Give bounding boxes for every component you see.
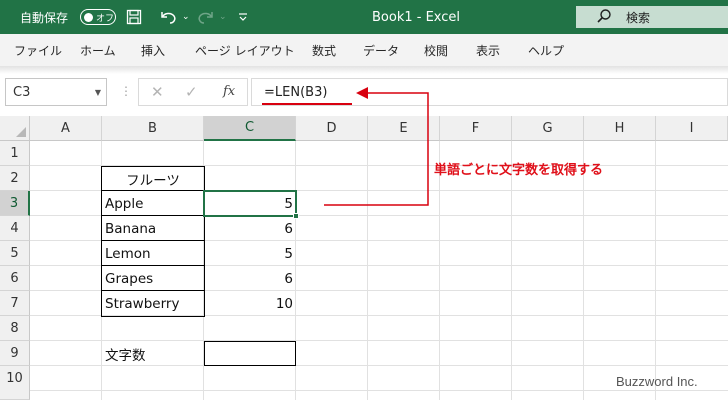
insert-function-icon[interactable]: fx — [223, 84, 235, 99]
cell-b4[interactable]: Banana — [102, 216, 204, 241]
cell-b9[interactable]: 文字数 — [102, 341, 204, 366]
row-header-10[interactable]: 10 — [0, 366, 30, 400]
annotation-text: 単語ごとに文字数を取得する — [434, 163, 604, 178]
row-header-6[interactable]: 6 — [0, 266, 30, 291]
tab-data[interactable]: データ — [363, 34, 399, 66]
tab-insert[interactable]: 挿入 — [141, 34, 165, 66]
cell-c5[interactable]: 5 — [204, 241, 296, 266]
tab-help[interactable]: ヘルプ — [528, 34, 564, 66]
document-title: Book1 - Excel — [372, 9, 461, 25]
undo-icon[interactable] — [158, 0, 178, 34]
formula-bar: C3 ▼ ⋮ ✕ ✓ fx =LEN(B3) — [0, 74, 728, 110]
row-header-1[interactable]: 1 — [0, 141, 30, 166]
search-placeholder: 検索 — [626, 10, 651, 25]
watermark: Buzzword Inc. — [616, 374, 698, 389]
ribbon-shadow — [0, 66, 728, 74]
gridline — [30, 390, 728, 391]
cell-c7[interactable]: 10 — [204, 291, 296, 316]
gridline — [583, 141, 584, 400]
search-box[interactable]: 検索 — [576, 6, 728, 28]
column-header-a[interactable]: A — [30, 116, 102, 141]
cell-c4[interactable]: 6 — [204, 216, 296, 241]
spreadsheet-grid: A B C D E F G H I 1 2 3 4 5 6 7 8 9 10 フ… — [0, 116, 728, 400]
row-header-8[interactable]: 8 — [0, 316, 30, 341]
tab-formulas[interactable]: 数式 — [312, 34, 336, 66]
cell-c9[interactable] — [204, 341, 296, 366]
enter-icon[interactable]: ✓ — [185, 83, 198, 101]
formula-buttons: ✕ ✓ fx — [138, 78, 248, 106]
column-header-f[interactable]: F — [440, 116, 512, 141]
tab-view[interactable]: 表示 — [476, 34, 500, 66]
redo-dropdown-icon: ⌄ — [219, 12, 227, 22]
row-header-4[interactable]: 4 — [0, 216, 30, 241]
formula-bar-grip-icon[interactable]: ⋮ — [120, 84, 132, 98]
cell-c6[interactable]: 6 — [204, 266, 296, 291]
chevron-down-icon[interactable]: ▼ — [95, 88, 101, 97]
cell-b2[interactable]: フルーツ — [102, 166, 204, 191]
column-header-i[interactable]: I — [656, 116, 728, 141]
gridline — [655, 141, 656, 400]
undo-dropdown-icon[interactable]: ⌄ — [182, 0, 190, 34]
search-icon — [596, 8, 614, 27]
column-header-c[interactable]: C — [204, 116, 296, 141]
cell-b7[interactable]: Strawberry — [102, 291, 204, 316]
selected-cell-c3 — [203, 190, 297, 217]
select-all-button[interactable] — [0, 116, 30, 141]
column-header-g[interactable]: G — [512, 116, 584, 141]
name-box[interactable]: C3 ▼ — [5, 78, 107, 106]
gridline — [439, 141, 440, 400]
column-header-b[interactable]: B — [102, 116, 204, 141]
formula-input[interactable]: =LEN(B3) — [251, 78, 728, 106]
cell-b3[interactable]: Apple — [102, 191, 204, 216]
tab-page-layout[interactable]: ページ レイアウト — [195, 34, 295, 66]
row-header-5[interactable]: 5 — [0, 241, 30, 266]
ribbon-tabs: ファイル ホーム 挿入 ページ レイアウト 数式 データ 校閲 表示 ヘルプ — [0, 34, 728, 66]
fill-handle[interactable] — [293, 213, 299, 219]
column-header-e[interactable]: E — [368, 116, 440, 141]
redo-icon — [196, 0, 216, 34]
customize-qat-icon[interactable] — [238, 0, 248, 34]
formula-underline — [262, 103, 352, 105]
row-header-7[interactable]: 7 — [0, 291, 30, 316]
gridline — [367, 141, 368, 400]
row-header-3[interactable]: 3 — [0, 191, 30, 216]
title-bar: 自動保存 オフ ⌄ ⌄ Book1 - Excel 検索 — [0, 0, 728, 34]
cell-b6[interactable]: Grapes — [102, 266, 204, 291]
tab-file[interactable]: ファイル — [14, 34, 62, 66]
gridline — [511, 141, 512, 400]
column-header-h[interactable]: H — [584, 116, 656, 141]
tab-home[interactable]: ホーム — [80, 34, 116, 66]
row-header-2[interactable]: 2 — [0, 166, 30, 191]
column-header-d[interactable]: D — [296, 116, 368, 141]
cell-b5[interactable]: Lemon — [102, 241, 204, 266]
save-icon[interactable] — [126, 0, 142, 34]
formula-text: =LEN(B3) — [264, 85, 328, 100]
select-all-icon — [16, 127, 26, 137]
autosave-state: オフ — [96, 13, 115, 24]
cancel-icon[interactable]: ✕ — [151, 83, 164, 101]
autosave-toggle[interactable]: オフ — [80, 9, 116, 25]
autosave-label: 自動保存 — [20, 10, 69, 25]
tab-review[interactable]: 校閲 — [424, 34, 448, 66]
row-header-9[interactable]: 9 — [0, 341, 30, 366]
name-box-value: C3 — [13, 85, 31, 100]
toggle-knob — [84, 12, 93, 22]
